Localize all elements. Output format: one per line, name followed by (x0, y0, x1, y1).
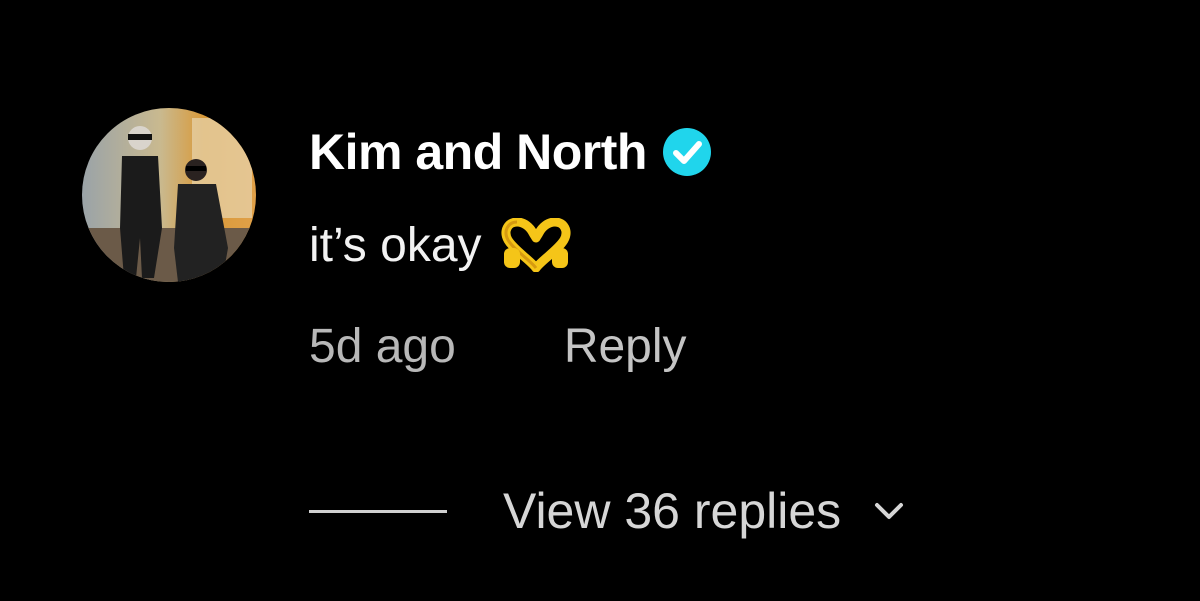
comment-meta: 5d ago Reply (309, 315, 687, 377)
comment-item: Kim and North it’s okay 5d ago Reply Vie… (0, 0, 1200, 601)
comment-text: it’s okay (309, 218, 482, 272)
avatar-photo (82, 108, 256, 282)
reply-button[interactable]: Reply (564, 319, 687, 374)
view-replies-label: View 36 replies (503, 483, 842, 539)
timestamp: 5d ago (309, 319, 456, 373)
avatar[interactable] (82, 108, 256, 282)
comment-body: it’s okay (309, 212, 572, 278)
view-replies-button[interactable]: View 36 replies (503, 482, 909, 540)
replies-toggle-row: View 36 replies (309, 478, 909, 544)
username-row: Kim and North (309, 120, 713, 184)
username[interactable]: Kim and North (309, 123, 647, 181)
heart-hands-emoji-icon (500, 217, 572, 273)
verified-badge-icon (661, 126, 713, 178)
replies-divider (309, 509, 447, 513)
chevron-down-icon (869, 497, 909, 525)
